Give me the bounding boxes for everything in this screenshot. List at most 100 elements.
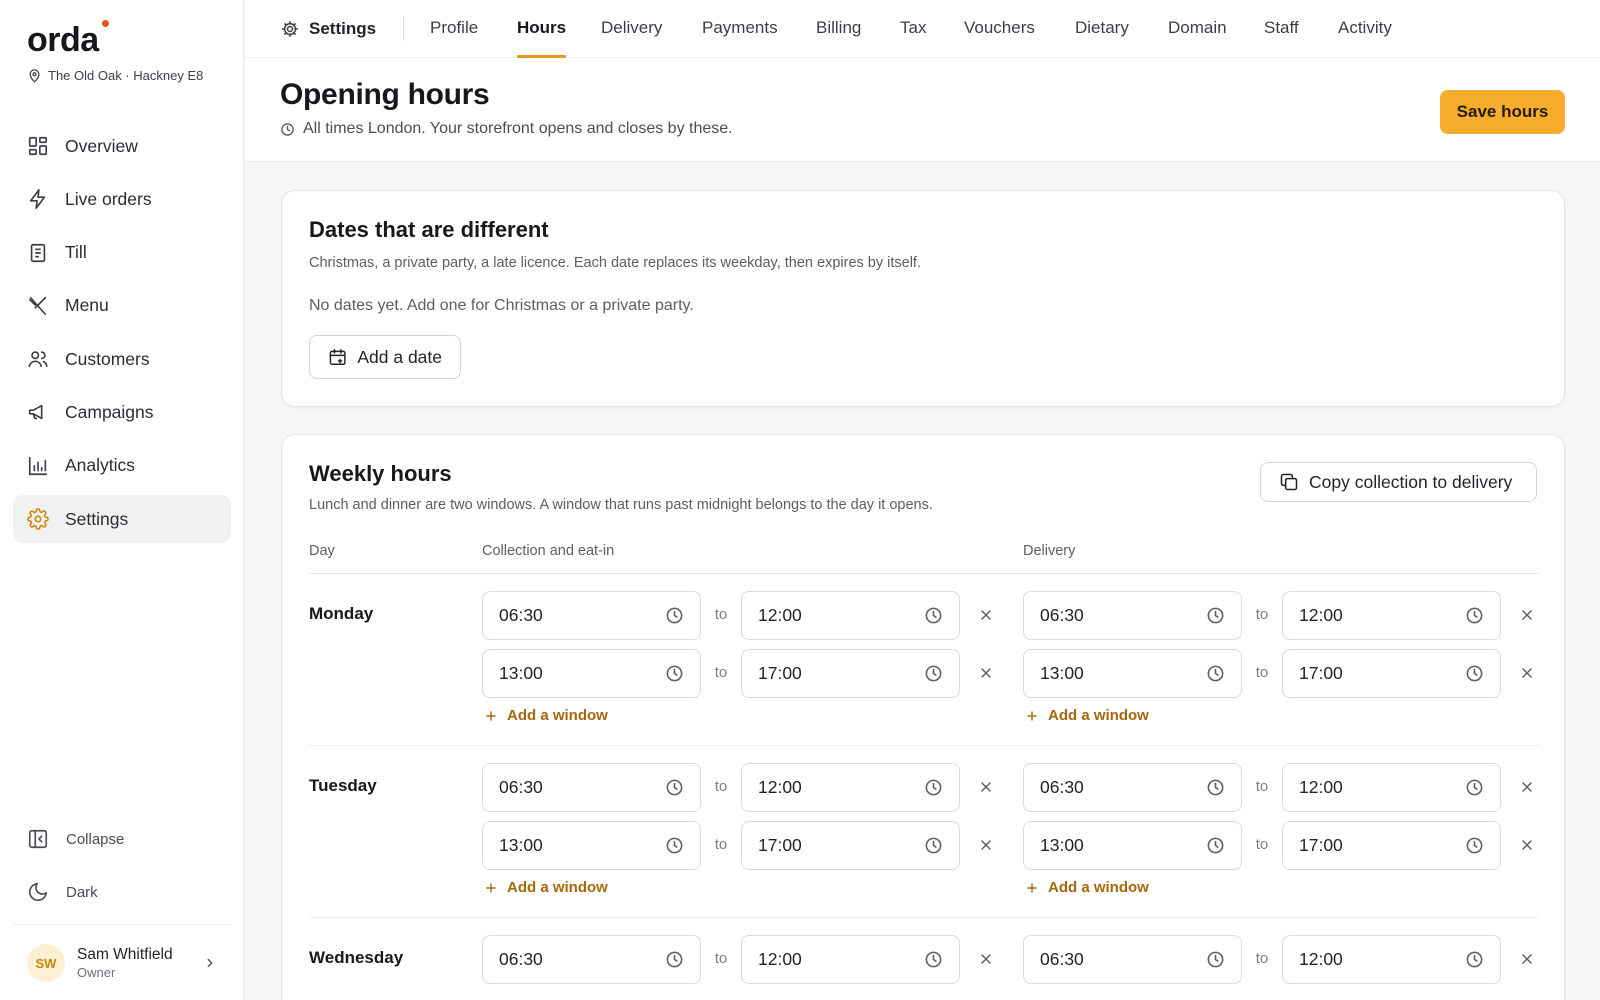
close-icon (981, 610, 991, 620)
tab-profile[interactable]: Profile (430, 0, 478, 58)
collection-open-time-input[interactable]: 06:30 (482, 935, 701, 984)
remove-delivery-window-button[interactable] (1514, 832, 1540, 858)
sidebar-item-label: Live orders (65, 188, 152, 209)
clock-icon (1207, 837, 1224, 854)
tab-hours[interactable]: Hours (517, 0, 567, 58)
tab-activity[interactable]: Activity (1338, 0, 1392, 58)
remove-collection-window-button[interactable] (973, 774, 999, 800)
clock-icon (925, 665, 942, 682)
collection-open-time-input[interactable]: 06:30 (482, 591, 701, 640)
collection-open-time-input[interactable]: 13:00 (482, 821, 701, 870)
tab-billing[interactable]: Billing (816, 0, 861, 58)
sidebar-item-overview[interactable]: Overview (13, 122, 231, 170)
time-value: 06:30 (499, 949, 543, 969)
close-icon (981, 668, 991, 678)
remove-delivery-window-button[interactable] (1514, 660, 1540, 686)
tab-payments[interactable]: Payments (702, 0, 778, 58)
add-window-label: Add a window (507, 879, 608, 896)
gear-icon (282, 21, 298, 37)
tab-domain[interactable]: Domain (1168, 0, 1227, 58)
remove-collection-window-button[interactable] (973, 946, 999, 972)
sidebar-item-settings[interactable]: Settings (13, 495, 231, 544)
user-role: Owner (77, 965, 116, 980)
location: The Old Oak · Hackney E8 (27, 68, 203, 83)
tab-delivery[interactable]: Delivery (601, 0, 662, 58)
clock-icon (666, 665, 683, 682)
megaphone-icon (28, 405, 43, 420)
remove-collection-window-button[interactable] (973, 832, 999, 858)
plus-icon (486, 882, 496, 893)
save-hours-button[interactable]: Save hours (1440, 90, 1565, 134)
time-value: 17:00 (758, 835, 802, 855)
clock-icon (925, 837, 942, 854)
add-delivery-window-button[interactable]: Add a window (1025, 879, 1149, 896)
weekly-card-subtitle: Lunch and dinner are two windows. A wind… (309, 497, 933, 513)
weekly-hours-card: Weekly hours Lunch and dinner are two wi… (281, 434, 1565, 1000)
remove-delivery-window-button[interactable] (1514, 946, 1540, 972)
delivery-open-time-input[interactable]: 06:30 (1023, 935, 1242, 984)
clock-icon (1466, 779, 1483, 796)
dates-card: Dates that are different Christmas, a pr… (281, 190, 1565, 407)
sidebar-item-menu[interactable]: Menu (13, 282, 231, 330)
remove-delivery-window-button[interactable] (1514, 602, 1540, 628)
delivery-close-time-input[interactable]: 12:00 (1282, 591, 1501, 640)
add-collection-window-button[interactable]: Add a window (484, 879, 608, 896)
add-date-button[interactable]: Add a date (309, 335, 461, 379)
sidebar-item-campaigns[interactable]: Campaigns (13, 388, 231, 436)
delivery-close-time-input[interactable]: 17:00 (1282, 821, 1501, 870)
day-label: Tuesday (309, 776, 377, 795)
day-label: Wednesday (309, 948, 404, 967)
time-value: 06:30 (1040, 949, 1084, 969)
sidebar-item-label: Overview (65, 135, 138, 156)
collection-open-time-input[interactable]: 13:00 (482, 649, 701, 698)
delivery-close-time-input[interactable]: 17:00 (1282, 649, 1501, 698)
sidebar-item-live-orders[interactable]: Live orders (13, 175, 231, 223)
delivery-close-time-input[interactable]: 12:00 (1282, 763, 1501, 812)
sidebar-item-till[interactable]: Till (13, 229, 231, 277)
calendar-plus-icon (329, 349, 346, 365)
add-window-label: Add a window (1048, 879, 1149, 896)
close-icon (981, 782, 991, 792)
time-value: 13:00 (499, 835, 543, 855)
delivery-open-time-input[interactable]: 06:30 (1023, 591, 1242, 640)
plus-icon (1027, 882, 1037, 893)
collection-open-time-input[interactable]: 06:30 (482, 763, 701, 812)
collection-close-time-input[interactable]: 12:00 (741, 935, 960, 984)
delivery-open-time-input[interactable]: 06:30 (1023, 763, 1242, 812)
day-divider (309, 745, 1539, 746)
to-label: to (1255, 664, 1269, 681)
tab-vouchers[interactable]: Vouchers (964, 0, 1035, 58)
collection-close-time-input[interactable]: 17:00 (741, 821, 960, 870)
copy-collection-to-delivery-button[interactable]: Copy collection to delivery (1260, 462, 1537, 502)
day-divider (309, 917, 1539, 918)
add-delivery-window-button[interactable]: Add a window (1025, 707, 1149, 724)
brand-logo[interactable]: orda (27, 16, 109, 64)
collection-close-time-input[interactable]: 17:00 (741, 649, 960, 698)
tab-dietary[interactable]: Dietary (1075, 0, 1129, 58)
collection-close-time-input[interactable]: 12:00 (741, 591, 960, 640)
tab-tax[interactable]: Tax (900, 0, 926, 58)
dark-mode-toggle[interactable]: Dark (13, 872, 231, 912)
clock-icon (666, 951, 683, 968)
map-pin-icon (29, 69, 40, 83)
sidebar-item-customers[interactable]: Customers (13, 335, 231, 383)
remove-collection-window-button[interactable] (973, 660, 999, 686)
time-value: 13:00 (1040, 663, 1084, 683)
delivery-open-time-input[interactable]: 13:00 (1023, 649, 1242, 698)
dates-card-subtitle: Christmas, a private party, a late licen… (309, 255, 921, 271)
copy-label: Copy collection to delivery (1309, 471, 1513, 492)
delivery-open-time-input[interactable]: 13:00 (1023, 821, 1242, 870)
remove-collection-window-button[interactable] (973, 602, 999, 628)
time-value: 06:30 (1040, 777, 1084, 797)
chevron-right-icon (207, 958, 213, 968)
sidebar-item-analytics[interactable]: Analytics (13, 442, 231, 490)
user-menu[interactable]: SW Sam Whitfield Owner (27, 940, 217, 986)
collapse-button[interactable]: Collapse (13, 819, 231, 859)
add-collection-window-button[interactable]: Add a window (484, 707, 608, 724)
sidebar-item-label: Analytics (65, 455, 136, 476)
remove-delivery-window-button[interactable] (1514, 774, 1540, 800)
delivery-close-time-input[interactable]: 12:00 (1282, 935, 1501, 984)
page-header: Opening hours All times London. Your sto… (245, 58, 1600, 162)
tab-staff[interactable]: Staff (1264, 0, 1299, 58)
collection-close-time-input[interactable]: 12:00 (741, 763, 960, 812)
